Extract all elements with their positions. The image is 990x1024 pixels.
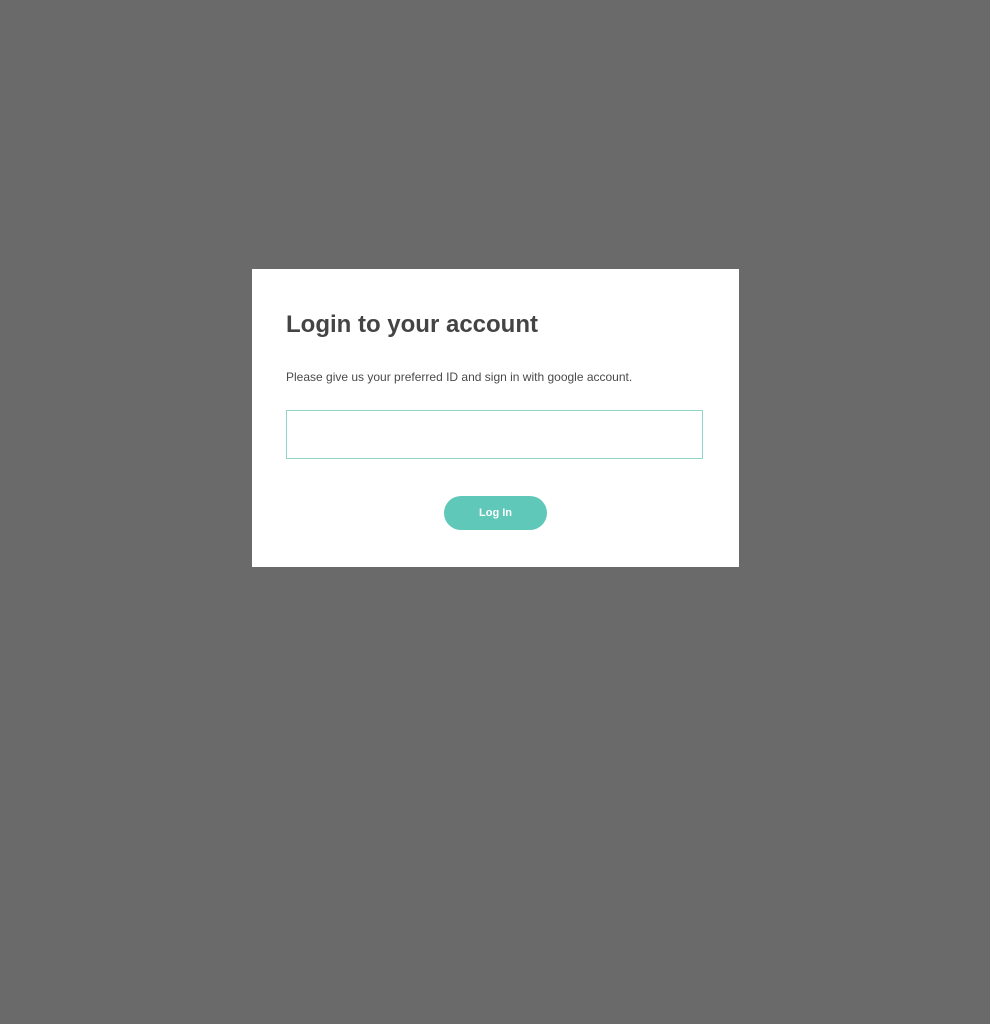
log-in-button[interactable]: Log In [444,496,547,530]
preferred-id-input[interactable] [286,410,703,459]
modal-title: Login to your account [286,311,538,338]
login-modal: Login to your account Please give us you… [252,269,739,567]
modal-description: Please give us your preferred ID and sig… [286,370,633,384]
